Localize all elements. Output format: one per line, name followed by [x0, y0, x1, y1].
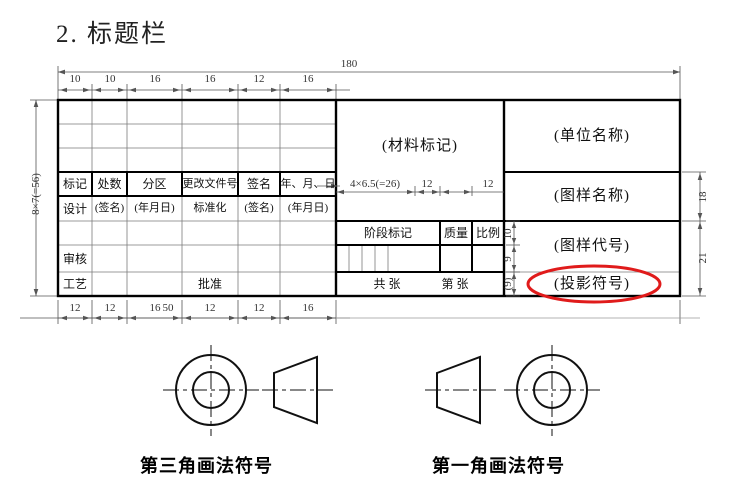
cell-nianyueri: 年、月、日: [280, 177, 336, 190]
cell-sheji: 设计: [62, 201, 87, 216]
cell-shenhe: 审核: [62, 251, 87, 266]
cell-stage-mark: 阶段标记: [363, 226, 412, 240]
cell-biaozhunhua-qianming: (签名): [244, 202, 274, 214]
dim-bottom-4: 12: [204, 302, 216, 314]
dim-bottom-6: 16: [302, 302, 314, 314]
dim-top-1: 10: [69, 73, 81, 85]
dim-bottom-1: 12: [69, 302, 81, 314]
cell-biaozhunhua-date: (年月日): [287, 202, 329, 214]
cell-sheji-qianming: (签名): [94, 202, 125, 214]
cell-gongyi: 工艺: [62, 277, 87, 291]
cell-quality: 质量: [443, 226, 468, 240]
dim-right-21: 21: [697, 252, 709, 264]
cell-sheet-total: 共 张: [373, 277, 401, 291]
cell-fenqu: 分区: [142, 177, 167, 191]
cell-biaoji: 标记: [62, 177, 87, 191]
cell-drawing-code: (图样代号): [554, 238, 630, 254]
middle-block-thin-grid: [336, 244, 504, 272]
first-angle-symbol: [425, 345, 600, 436]
cell-genggai-wenjianhao: 更改文件号: [182, 177, 238, 190]
dim-bottom-2: 12: [104, 302, 116, 314]
dim-right-18: 18: [697, 191, 709, 203]
cell-qianming: 签名: [246, 177, 271, 191]
cell-unit-name: (单位名称): [554, 127, 630, 144]
dim-mid-3: 12: [482, 178, 494, 190]
third-angle-caption: 第三角画法符号: [140, 456, 273, 476]
cell-biaozhunhua: 标准化: [193, 202, 227, 214]
cell-drawing-name: (图样名称): [554, 188, 630, 204]
first-angle-caption: 第一角画法符号: [432, 456, 565, 476]
third-angle-symbol: [163, 345, 333, 436]
cell-material-mark: (材料标记): [382, 137, 458, 154]
dim-bottom-50: 50: [162, 302, 174, 314]
cell-sheji-date: (年月日): [134, 202, 175, 214]
dim-mid-2: 12: [421, 178, 433, 190]
dim-bottom-5: 12: [253, 302, 265, 314]
cell-projection-symbol: (投影符号): [554, 275, 630, 292]
cell-chushu: 处数: [97, 177, 122, 191]
dim-overall-height: 8×7(=56): [30, 173, 42, 215]
cell-sheet-number: 第 张: [441, 277, 469, 291]
cell-pizhun: 批准: [197, 277, 222, 291]
dim-mid-1: 4×6.5(=26): [350, 178, 400, 190]
cell-scale: 比例: [475, 226, 500, 240]
dim-top-2: 10: [104, 73, 116, 85]
dim-overall-width: 180: [340, 58, 358, 70]
drawing-canvas: 2. 标题栏 180 8×7(=56) 10 10 16 16 12 16 12…: [0, 0, 735, 500]
dim-top-4: 16: [204, 73, 216, 85]
dim-top-3: 16: [149, 73, 161, 85]
dim-top-6: 16: [302, 73, 314, 85]
dim-top-5: 12: [253, 73, 265, 85]
